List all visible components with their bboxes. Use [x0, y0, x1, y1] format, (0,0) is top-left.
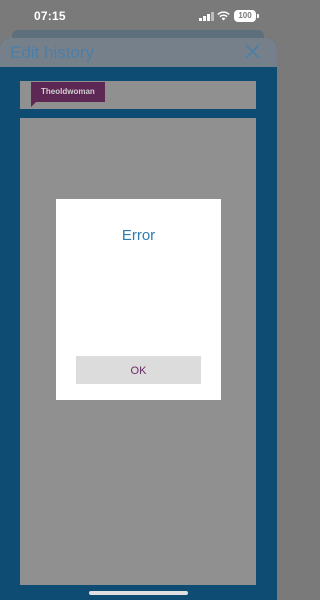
dialog-title: Error	[121, 227, 156, 244]
sheet-header: Edit history	[0, 38, 277, 67]
error-dialog: Error OK	[56, 199, 221, 400]
wifi-icon	[217, 11, 230, 21]
author-tag-pointer	[31, 102, 36, 107]
signal-icon	[199, 12, 214, 21]
status-time: 07:15	[34, 9, 66, 23]
home-indicator[interactable]	[89, 591, 188, 595]
ok-button[interactable]: OK	[76, 356, 201, 384]
status-bar: 07:15 100	[0, 0, 277, 34]
author-tag[interactable]: Theoldwoman	[31, 82, 105, 102]
sheet-title: Edit history	[10, 43, 95, 62]
close-icon[interactable]	[244, 43, 261, 60]
author-bar: Theoldwoman	[20, 81, 256, 109]
battery-icon: 100	[234, 10, 259, 22]
